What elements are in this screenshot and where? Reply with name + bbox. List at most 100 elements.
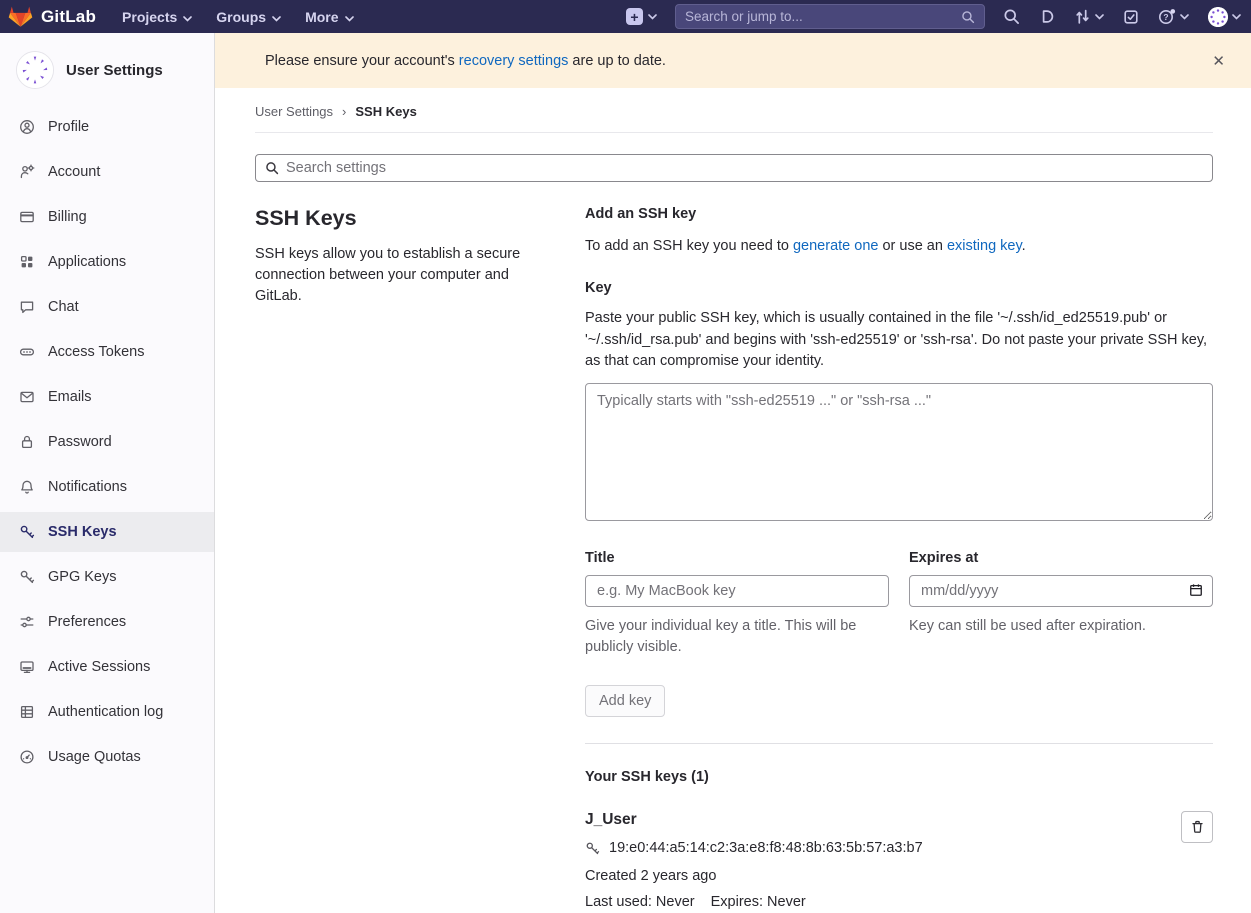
close-icon[interactable]: ✕ (1204, 48, 1233, 74)
delete-key-button[interactable] (1181, 811, 1213, 843)
notification-dot (1171, 9, 1176, 14)
sidebar-item-emails[interactable]: Emails (0, 377, 214, 417)
sidebar-item-preferences[interactable]: Preferences (0, 602, 214, 642)
title-label: Title (585, 550, 889, 566)
sidebar-item-gpg-keys[interactable]: GPG Keys (0, 557, 214, 597)
issues-button[interactable] (1039, 8, 1055, 25)
sidebar-item-label: Emails (48, 389, 92, 405)
profile-icon (19, 119, 35, 135)
page-title: SSH Keys (255, 206, 545, 231)
ssh-key-textarea[interactable] (585, 383, 1213, 521)
sidebar-item-notifications[interactable]: Notifications (0, 467, 214, 507)
sidebar-item-applications[interactable]: Applications (0, 242, 214, 282)
sidebar-item-authentication-log[interactable]: Authentication log (0, 692, 214, 732)
main-area: Please ensure your account's recovery se… (215, 33, 1251, 913)
avatar (16, 51, 54, 89)
sidebar-item-label: SSH Keys (48, 524, 117, 540)
todos-icon (1123, 9, 1139, 25)
sidebar-item-label: Password (48, 434, 112, 450)
existing-key-link[interactable]: existing key (947, 238, 1022, 254)
sidebar-item-label: GPG Keys (48, 569, 117, 585)
key-created: Created 2 years ago (585, 868, 1181, 884)
search-icon (1003, 8, 1020, 25)
sidebar-item-label: Notifications (48, 479, 127, 495)
global-search-box[interactable] (675, 4, 985, 29)
help-button[interactable]: ? (1158, 8, 1189, 26)
settings-sidebar: User Settings Profile Account (0, 33, 215, 913)
sidebar-item-label: Usage Quotas (48, 749, 141, 765)
your-ssh-keys-heading: Your SSH keys (1) (585, 769, 1213, 785)
sidebar-item-label: Active Sessions (48, 659, 150, 675)
generate-one-link[interactable]: generate one (793, 238, 878, 254)
key-expires: Expires: Never (711, 894, 806, 910)
chevron-down-icon (345, 9, 354, 25)
breadcrumb-user-settings[interactable]: User Settings (255, 104, 333, 119)
add-key-heading: Add an SSH key (585, 206, 1213, 222)
sidebar-item-billing[interactable]: Billing (0, 197, 214, 237)
chevron-down-icon (272, 9, 281, 25)
sidebar-item-label: Chat (48, 299, 79, 315)
expires-help-text: Key can still be used after expiration. (909, 616, 1213, 637)
sidebar-item-account[interactable]: Account (0, 152, 214, 192)
account-icon (19, 164, 35, 180)
chevron-down-icon (1180, 14, 1189, 20)
sidebar-item-label: Access Tokens (48, 344, 144, 360)
search-icon (265, 161, 279, 175)
todos-button[interactable] (1123, 9, 1139, 25)
user-menu-button[interactable] (1208, 7, 1241, 27)
key-last-used: Last used: Never (585, 894, 695, 910)
sidebar-item-label: Applications (48, 254, 126, 270)
top-navbar: GitLab Projects Groups More + (0, 0, 1251, 33)
nav-menu-more[interactable]: More (305, 9, 353, 25)
add-key-button[interactable]: Add key (585, 685, 665, 717)
sidebar-item-ssh-keys[interactable]: SSH Keys (0, 512, 214, 552)
brand-name: GitLab (41, 7, 96, 27)
sidebar-item-password[interactable]: Password (0, 422, 214, 462)
global-search-input[interactable] (685, 9, 953, 24)
new-menu-button[interactable]: + (626, 8, 657, 25)
gitlab-logo-icon (8, 5, 33, 29)
sidebar-item-label: Account (48, 164, 100, 180)
expires-date-input[interactable] (909, 575, 1213, 607)
avatar (1208, 7, 1228, 27)
settings-search-input[interactable] (286, 160, 1203, 176)
plus-menu-icon: + (626, 8, 643, 25)
sliders-icon (19, 614, 35, 630)
key-name: J_User (585, 811, 1181, 829)
ssh-key-list-item: J_User 19:e0:44:a5:14:c2:3a:e8:f8:48:8b:… (585, 811, 1213, 910)
merge-requests-icon (1074, 8, 1091, 25)
breadcrumb-separator-icon: › (342, 104, 346, 119)
sidebar-item-label: Profile (48, 119, 89, 135)
key-title-input[interactable] (585, 575, 889, 607)
merge-requests-button[interactable] (1074, 8, 1104, 25)
sidebar-item-usage-quotas[interactable]: Usage Quotas (0, 737, 214, 777)
chevron-down-icon (1232, 14, 1241, 20)
sidebar-item-profile[interactable]: Profile (0, 107, 214, 147)
log-icon (19, 704, 35, 720)
sidebar-item-label: Billing (48, 209, 87, 225)
search-button[interactable] (1003, 8, 1020, 25)
expires-label: Expires at (909, 550, 1213, 566)
key-icon (585, 841, 600, 856)
sidebar-item-active-sessions[interactable]: Active Sessions (0, 647, 214, 687)
sidebar-item-access-tokens[interactable]: Access Tokens (0, 332, 214, 372)
help-icon: ? (1158, 8, 1176, 26)
alert-text: Please ensure your account's recovery se… (265, 53, 666, 69)
billing-icon (19, 209, 35, 225)
nav-menu-groups[interactable]: Groups (216, 9, 281, 25)
key-icon (19, 524, 35, 540)
gitlab-home-link[interactable]: GitLab (8, 5, 96, 29)
breadcrumb-ssh-keys: SSH Keys (355, 104, 416, 119)
add-key-intro: To add an SSH key you need to generate o… (585, 236, 1213, 258)
key-help-text: Paste your public SSH key, which is usua… (585, 308, 1213, 373)
sidebar-item-label: Preferences (48, 614, 126, 630)
title-help-text: Give your individual key a title. This w… (585, 616, 889, 658)
key-fingerprint: 19:e0:44:a5:14:c2:3a:e8:f8:48:8b:63:5b:5… (609, 840, 923, 856)
chevron-down-icon (648, 14, 657, 20)
sidebar-item-chat[interactable]: Chat (0, 287, 214, 327)
key-label: Key (585, 280, 1213, 296)
settings-search-box[interactable] (255, 154, 1213, 182)
nav-menu-projects[interactable]: Projects (122, 9, 192, 25)
recovery-settings-link[interactable]: recovery settings (459, 53, 569, 69)
gauge-icon (19, 749, 35, 765)
